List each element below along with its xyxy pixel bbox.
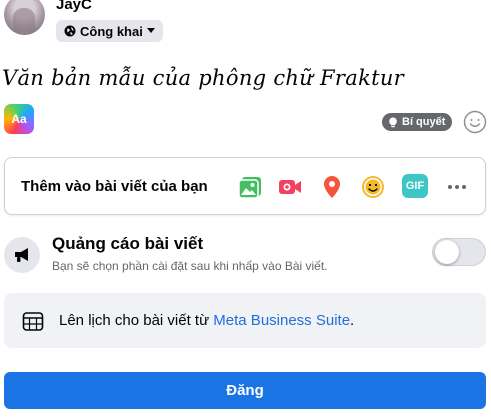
promotion-title: Quảng cáo bài viết	[52, 234, 204, 253]
gif-icon[interactable]: GIF	[402, 174, 428, 198]
caret-down-icon	[146, 28, 155, 33]
photo-video-icon[interactable]	[237, 174, 263, 200]
globe-icon	[64, 25, 76, 37]
schedule-panel[interactable]: Lên lịch cho bài viết từ Meta Business S…	[4, 293, 486, 348]
lightbulb-icon	[389, 117, 397, 127]
feeling-icon[interactable]	[360, 174, 386, 200]
privacy-selector[interactable]: Công khai	[56, 20, 163, 42]
meta-business-suite-link[interactable]: Meta Business Suite	[213, 312, 350, 329]
privacy-label: Công khai	[80, 23, 143, 39]
promotion-toggle[interactable]	[432, 238, 486, 266]
post-text-area[interactable]: Văn bản mẫu của phông chữ Fraktur	[2, 66, 404, 90]
user-name[interactable]: JayC	[56, 0, 92, 13]
schedule-prefix: Lên lịch cho bài viết từ	[59, 312, 214, 329]
schedule-suffix: .	[350, 312, 355, 329]
calendar-icon	[22, 312, 44, 331]
add-to-post-panel: Thêm vào bài viết của bạn GIF	[4, 157, 486, 215]
promotion-icon-wrap	[4, 237, 40, 273]
tips-button[interactable]: Bí quyết	[382, 113, 453, 131]
text-background-button[interactable]: Aa	[4, 104, 34, 134]
tips-label: Bí quyết	[402, 116, 446, 128]
check-in-icon[interactable]	[319, 174, 345, 200]
promotion-subtitle: Bạn sẽ chọn phần cài đặt sau khi nhấp và…	[52, 259, 328, 273]
megaphone-icon	[15, 248, 28, 262]
post-button[interactable]: Đăng	[4, 372, 486, 409]
live-video-icon[interactable]	[277, 174, 303, 200]
toggle-knob	[435, 240, 459, 264]
user-avatar[interactable]	[4, 0, 45, 35]
add-to-post-label: Thêm vào bài viết của bạn	[21, 178, 208, 195]
schedule-text: Lên lịch cho bài viết từ Meta Business S…	[59, 312, 354, 329]
emoji-icon[interactable]	[463, 110, 487, 134]
more-icon[interactable]	[444, 174, 470, 200]
